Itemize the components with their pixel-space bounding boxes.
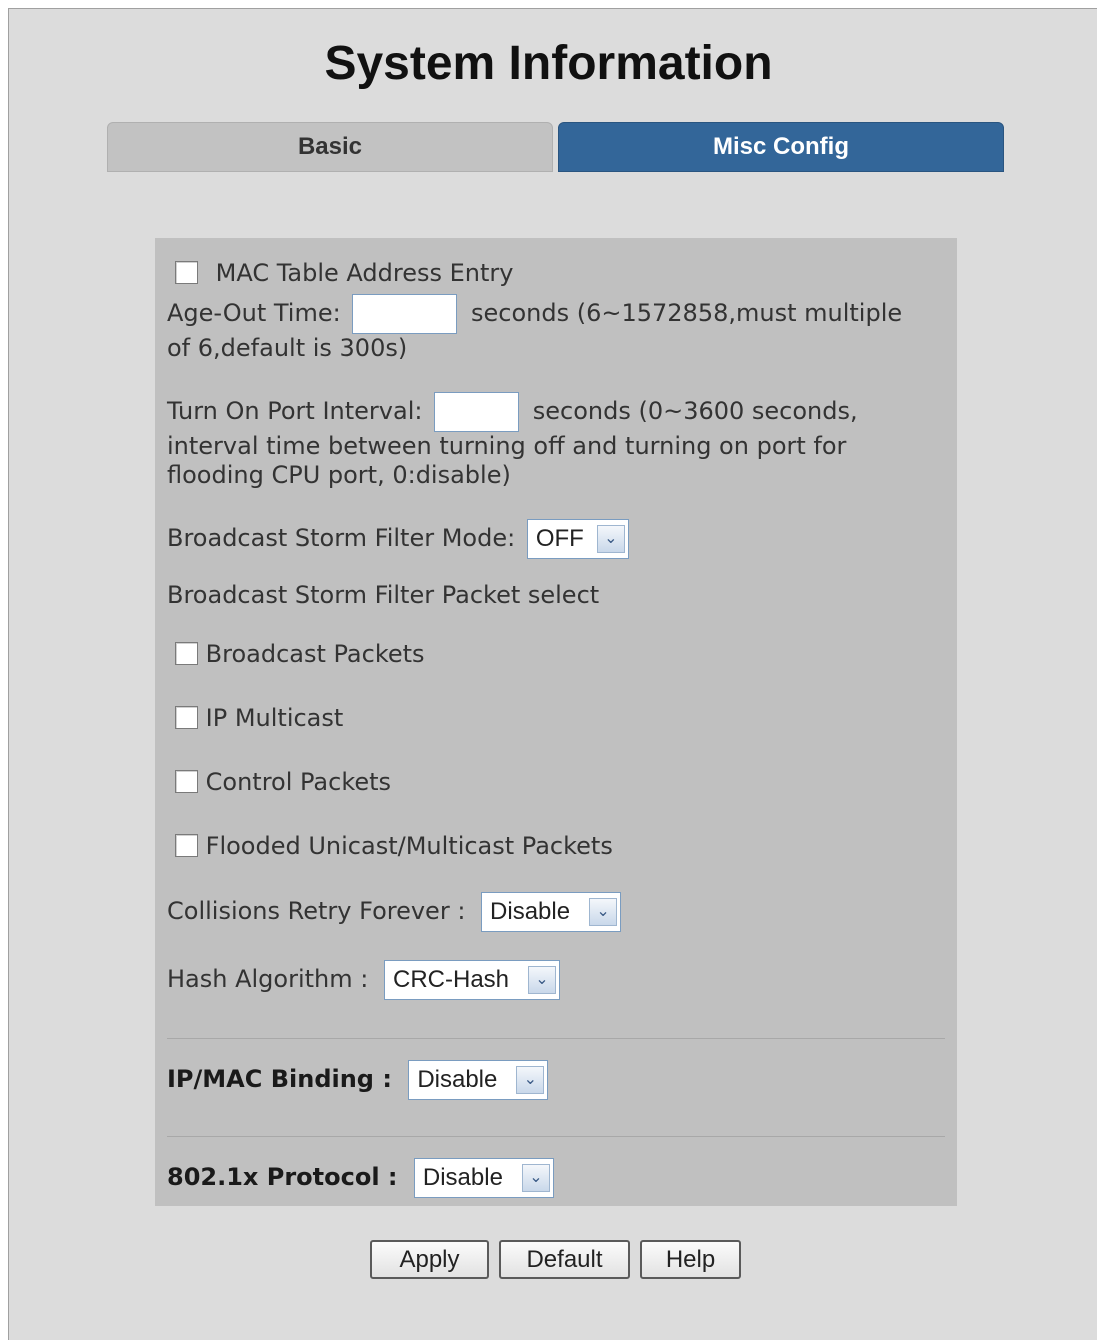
packet-option-flooded: Flooded Unicast/Multicast Packets	[175, 832, 613, 860]
help-button[interactable]: Help	[640, 1240, 741, 1279]
collisions-value: Disable	[490, 898, 571, 925]
tab-misc-config[interactable]: Misc Config	[558, 122, 1004, 172]
mac-table-row: MAC Table Address Entry	[175, 259, 513, 287]
ipmac-value: Disable	[417, 1066, 498, 1093]
storm-packet-label: Broadcast Storm Filter Packet select	[167, 581, 600, 609]
turn-on-port-row: Turn On Port Interval: seconds (0~3600 s…	[167, 392, 927, 490]
packet-option-control: Control Packets	[175, 768, 391, 796]
hash-label: Hash Algorithm :	[167, 965, 369, 993]
ip-multicast-label: IP Multicast	[205, 704, 344, 732]
packet-option-ip-multicast: IP Multicast	[175, 704, 343, 732]
turn-on-port-label: Turn On Port Interval:	[167, 397, 423, 425]
turn-on-port-input[interactable]	[434, 392, 520, 432]
storm-mode-select[interactable]: OFF ⌄	[526, 519, 629, 559]
dot1x-label: 802.1x Protocol :	[167, 1163, 398, 1191]
chevron-down-icon: ⌄	[516, 1066, 545, 1094]
mac-table-label: MAC Table Address Entry	[215, 259, 514, 287]
storm-mode-row: Broadcast Storm Filter Mode: OFF ⌄	[167, 519, 629, 559]
hash-row: Hash Algorithm : CRC-Hash ⌄	[167, 960, 560, 1000]
ipmac-row: IP/MAC Binding : Disable ⌄	[167, 1060, 549, 1100]
ipmac-select[interactable]: Disable ⌄	[408, 1060, 549, 1100]
collisions-select[interactable]: Disable ⌄	[481, 892, 622, 932]
ip-multicast-checkbox[interactable]	[175, 706, 198, 729]
chevron-down-icon: ⌄	[589, 898, 618, 926]
mac-table-checkbox[interactable]	[175, 261, 198, 284]
control-packets-checkbox[interactable]	[175, 770, 198, 793]
broadcast-packets-checkbox[interactable]	[175, 642, 198, 665]
dot1x-select[interactable]: Disable ⌄	[413, 1158, 554, 1198]
divider	[167, 1136, 945, 1137]
broadcast-packets-label: Broadcast Packets	[205, 640, 425, 668]
storm-mode-label: Broadcast Storm Filter Mode:	[167, 524, 516, 552]
control-packets-label: Control Packets	[205, 768, 392, 796]
page-title: System Information	[324, 37, 773, 90]
apply-button[interactable]: Apply	[370, 1240, 489, 1279]
tab-basic[interactable]: Basic	[107, 122, 553, 172]
age-out-input[interactable]	[352, 294, 458, 334]
ipmac-label: IP/MAC Binding :	[167, 1065, 392, 1093]
hash-select[interactable]: CRC-Hash ⌄	[384, 960, 560, 1000]
hash-value: CRC-Hash	[393, 966, 510, 993]
misc-config-panel: MAC Table Address Entry Age-Out Time: se…	[155, 238, 957, 1206]
chevron-down-icon: ⌄	[528, 966, 556, 994]
chevron-down-icon: ⌄	[521, 1164, 550, 1192]
dot1x-row: 802.1x Protocol : Disable ⌄	[167, 1158, 554, 1198]
collisions-row: Collisions Retry Forever : Disable ⌄	[167, 892, 622, 932]
collisions-label: Collisions Retry Forever :	[167, 897, 466, 925]
divider	[167, 1038, 945, 1039]
default-button[interactable]: Default	[499, 1240, 630, 1279]
flooded-packets-label: Flooded Unicast/Multicast Packets	[205, 832, 613, 860]
storm-mode-value: OFF	[535, 525, 584, 552]
packet-option-broadcast: Broadcast Packets	[175, 640, 425, 668]
age-out-label: Age-Out Time:	[167, 299, 341, 327]
dot1x-value: Disable	[422, 1164, 503, 1191]
age-out-row: Age-Out Time: seconds (6~1572858,must mu…	[167, 294, 927, 363]
flooded-packets-checkbox[interactable]	[175, 834, 198, 857]
chevron-down-icon: ⌄	[596, 525, 625, 553]
